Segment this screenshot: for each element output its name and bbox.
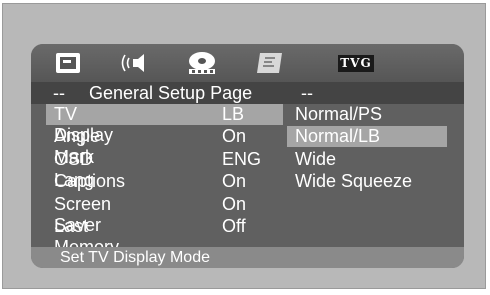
tvg-badge: TVG — [338, 55, 374, 72]
icon-bar: TVG — [31, 44, 464, 82]
status-text: Set TV Display Mode — [60, 249, 210, 266]
status-bar: Set TV Display Mode — [31, 247, 464, 268]
option-normal-lb[interactable]: Normal/LB — [295, 126, 380, 147]
setting-label: Captions — [54, 171, 126, 191]
setting-value: LB — [222, 104, 245, 124]
title-suffix: -- — [301, 83, 313, 103]
disc-reel-icon[interactable] — [185, 50, 219, 76]
option-wide[interactable]: Wide — [295, 149, 336, 170]
settings-panel-icon[interactable] — [253, 50, 287, 76]
setting-value: On — [222, 194, 247, 214]
speaker-icon[interactable] — [119, 50, 153, 76]
setting-value: On — [222, 171, 247, 191]
title-prefix: -- — [53, 83, 65, 103]
setting-value: ENG — [222, 149, 262, 169]
setting-value: On — [222, 126, 247, 146]
option-normal-ps[interactable]: Normal/PS — [295, 104, 382, 125]
osd-screen: TVG -- General Setup Page -- TV Display … — [31, 44, 464, 268]
option-wide-squeeze[interactable]: Wide Squeeze — [295, 171, 412, 192]
title-text: General Setup Page — [89, 83, 253, 103]
tv-icon[interactable] — [51, 50, 85, 76]
setting-value: Off — [222, 216, 246, 236]
page-title: -- General Setup Page -- — [31, 82, 464, 104]
tv-bezel: TVG -- General Setup Page -- TV Display … — [2, 3, 486, 289]
